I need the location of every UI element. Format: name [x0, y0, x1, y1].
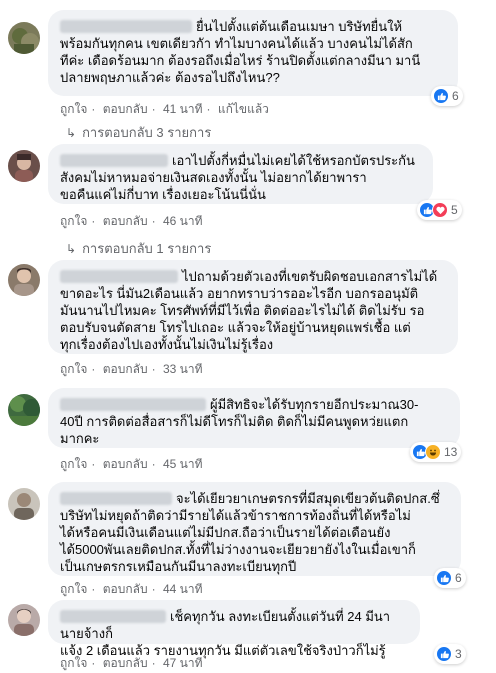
commenter-name[interactable] — [60, 270, 178, 283]
comment-actions: ถูกใจ · ตอบกลับ · 33 นาที — [60, 362, 203, 376]
comment-time[interactable]: 45 นาที — [163, 457, 203, 471]
commenter-name[interactable] — [60, 20, 192, 33]
comment-text-line: เอาไปตั้งกี่หมื่นไม่เคยได้ใช้หรอกบัตรประ… — [172, 153, 415, 168]
comment-text-line: ขาดอะไร นี่มัน2เดือนแล้ว อยากทราบว่ารออะ… — [60, 286, 419, 301]
like-button[interactable]: ถูกใจ — [60, 214, 87, 228]
comment-bubble: เช็คทุกวัน ลงทะเบียนตั้งแต่วันที่ 24 มีน… — [48, 600, 420, 658]
reaction-summary[interactable]: 3 — [434, 644, 466, 664]
comment-text-line: ตอบรับจนตัดสาย โทรไปเถอะ แล้วจะให้อยู่บ้… — [60, 320, 411, 335]
comment-time[interactable]: 33 นาที — [163, 362, 203, 376]
comment-actions: ถูกใจ · ตอบกลับ · 44 นาที — [60, 582, 203, 596]
comment-text-line: บริษัทไม่หยุดถ้าติดว่ามีรายได้แล้วข้าราช… — [60, 508, 411, 523]
comment-text-line: จะได้เยียวยาเกษตรกรที่มีสมุดเขียวต้นติดป… — [176, 491, 440, 506]
like-icon — [436, 646, 452, 662]
reply-arrow-icon: ↳ — [66, 242, 77, 256]
reply-button[interactable]: ตอบกลับ — [103, 102, 148, 116]
view-replies-link[interactable]: ↳ การตอบกลับ 3 รายการ — [66, 122, 211, 143]
comment-actions: ถูกใจ · ตอบกลับ · 41 นาที · แก้ไขแล้ว — [60, 102, 269, 116]
comment-actions: ถูกใจ · ตอบกลับ · 47 นาที — [60, 656, 203, 670]
like-button[interactable]: ถูกใจ — [60, 656, 87, 670]
avatar[interactable] — [8, 488, 40, 520]
edited-label[interactable]: แก้ไขแล้ว — [218, 102, 269, 116]
avatar[interactable] — [8, 394, 40, 426]
comment-text-line: ได้หรือคนมีเงินเดือนแต่ไม่มีปกส.ถือว่าเป… — [60, 525, 391, 540]
comment-bubble: ผู้มีสิทธิจะได้รับทุกรายอีกประมาณ30- 40ป… — [48, 388, 460, 448]
comment-text-line: 40ปี การติดต่อสื่อสารก็ไม่ดีโทรก็ไม่ติด … — [60, 414, 409, 429]
reaction-count: 6 — [455, 571, 462, 585]
reaction-summary[interactable]: 13 — [410, 442, 462, 462]
comment-actions: ถูกใจ · ตอบกลับ · 45 นาที — [60, 457, 203, 471]
reply-button[interactable]: ตอบกลับ — [103, 457, 148, 471]
reaction-summary[interactable]: 6 — [431, 86, 463, 106]
comment-bubble: ยื่นไปตั้งแต่ต้นเดือนเมษา บริษัทยื่นให้ … — [48, 10, 458, 96]
reaction-summary[interactable]: 5 — [417, 200, 462, 220]
like-button[interactable]: ถูกใจ — [60, 102, 87, 116]
comment-text-line: ผู้มีสิทธิจะได้รับทุกรายอีกประมาณ30- — [210, 397, 419, 412]
reply-button[interactable]: ตอบกลับ — [103, 656, 148, 670]
comment-text-line: ไปถามด้วยตัวเองที่เขตรับผิดชอบเอกสารไม่ไ… — [182, 269, 438, 284]
reaction-count: 5 — [451, 203, 458, 217]
avatar[interactable] — [8, 604, 40, 636]
reaction-summary[interactable]: 6 — [434, 568, 466, 588]
haha-icon — [425, 444, 441, 460]
commenter-name[interactable] — [60, 492, 172, 505]
commenter-name[interactable] — [60, 398, 206, 411]
comment-text-line: ยื่นไปตั้งแต่ต้นเดือนเมษา บริษัทยื่นให้ — [196, 19, 403, 34]
comment-text-line: ได้5000พันเลยติดปกส.ทั้งที่ไม่ว่างงานจะเ… — [60, 542, 416, 557]
comment-time[interactable]: 44 นาที — [163, 582, 203, 596]
comment-text-line: มากคะ — [60, 431, 100, 446]
commenter-name[interactable] — [60, 610, 166, 623]
reaction-count: 13 — [444, 445, 458, 459]
avatar[interactable] — [8, 22, 40, 54]
comment-bubble: เอาไปตั้งกี่หมื่นไม่เคยได้ใช้หรอกบัตรประ… — [48, 144, 433, 204]
comment-time[interactable]: 41 นาที — [163, 102, 203, 116]
like-icon — [433, 88, 449, 104]
like-button[interactable]: ถูกใจ — [60, 457, 87, 471]
comment-text-line: พร้อมกันทุกคน เขตเดียวกัา ทำไมบางคนได้แล… — [60, 36, 413, 51]
avatar[interactable] — [8, 150, 40, 182]
comment-text-line: ทีค่ะ เดือดร้อนมาก ต้องรอถึงเมื่อไหร่ ร้… — [60, 53, 421, 68]
reply-arrow-icon: ↳ — [66, 126, 77, 140]
reply-button[interactable]: ตอบกลับ — [103, 214, 148, 228]
love-icon — [432, 202, 448, 218]
comment-bubble: จะได้เยียวยาเกษตรกรที่มีสมุดเขียวต้นติดป… — [48, 482, 461, 576]
comment-text-line: ขอคืนแค่ไม่กี่บาท เรื่องเยอะโน้นนี่นั่น — [60, 187, 266, 202]
comment-bubble: ไปถามด้วยตัวเองที่เขตรับผิดชอบเอกสารไม่ไ… — [48, 260, 458, 354]
like-icon — [436, 570, 452, 586]
comment-text-line: สังคมไม่หาหมอจ่ายเงินสดเองทั้งนั้น ไม่อย… — [60, 170, 367, 185]
avatar[interactable] — [8, 264, 40, 296]
reaction-count: 6 — [452, 89, 459, 103]
like-button[interactable]: ถูกใจ — [60, 582, 87, 596]
comment-text-line: มันนานไปไหมคะ โทรศัพท์ที่มีไว้เพื่อ ติดต… — [60, 303, 425, 318]
comment-text-line: ทุกเรื่องต้องไปเองทั้งนั้นไม่เงินไม่รู้เ… — [60, 337, 274, 352]
like-button[interactable]: ถูกใจ — [60, 362, 87, 376]
comment-text-line: ปลายพฤษภาแล้วค่ะ ต้องรอไปถึงไหน?? — [60, 70, 280, 85]
reply-button[interactable]: ตอบกลับ — [103, 582, 148, 596]
comment-time[interactable]: 47 นาที — [163, 656, 203, 670]
comment-text-line: เป็นเกษตรกรเหมือนกันมีนาลงทะเบียนทุกปี — [60, 559, 297, 574]
commenter-name[interactable] — [60, 154, 168, 167]
view-replies-link[interactable]: ↳ การตอบกลับ 1 รายการ — [66, 238, 211, 259]
reaction-count: 3 — [455, 647, 462, 661]
comment-time[interactable]: 46 นาที — [163, 214, 203, 228]
comment-actions: ถูกใจ · ตอบกลับ · 46 นาที — [60, 214, 203, 228]
reply-button[interactable]: ตอบกลับ — [103, 362, 148, 376]
